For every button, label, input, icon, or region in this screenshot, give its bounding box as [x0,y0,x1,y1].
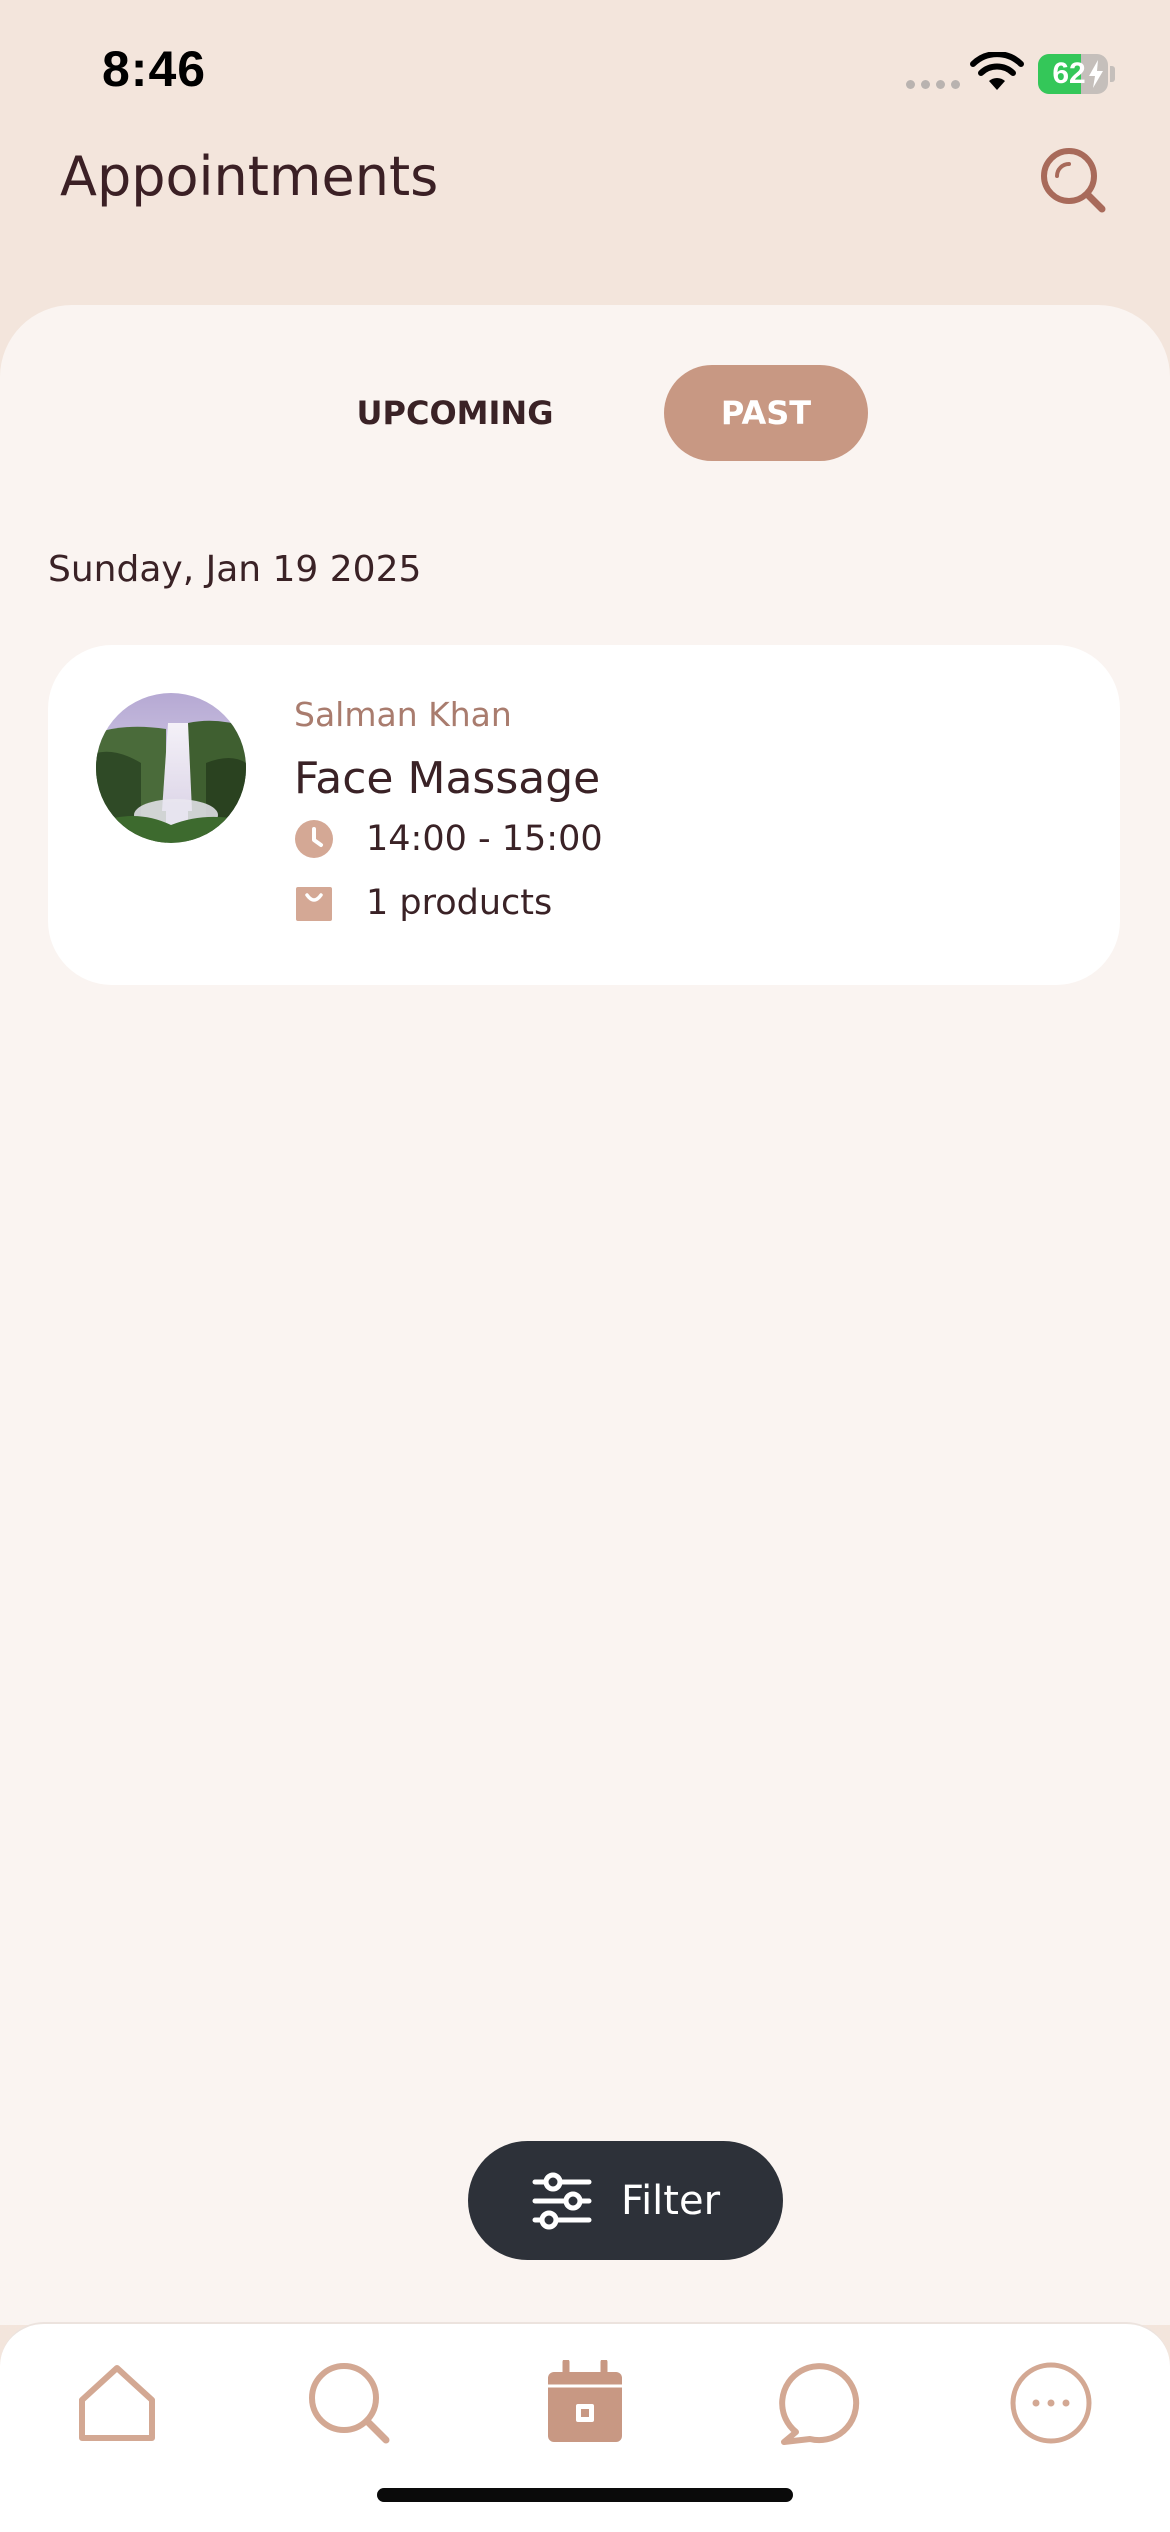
cellular-signal-icon [906,80,960,89]
tab-upcoming[interactable]: UPCOMING [330,365,580,461]
date-heading: Sunday, Jan 19 2025 [48,549,422,590]
chat-icon [779,2363,860,2445]
appointment-time: 14:00 - 15:00 [366,819,603,859]
home-indicator [377,2488,793,2502]
status-bar: 8:46 62 [0,0,1170,150]
clock-icon [295,820,333,858]
appointment-card[interactable]: Salman Khan Face Massage 14:00 - 15:00 1… [48,645,1120,985]
home-icon [79,2365,155,2441]
charging-bolt-icon [1089,60,1103,88]
appointment-time-row: 14:00 - 15:00 [294,819,603,859]
content-sheet: UPCOMING PAST Sunday, Jan 19 2025 Salman… [0,305,1170,2325]
appointment-tabs: UPCOMING PAST [0,365,1170,461]
nav-more[interactable] [1008,2360,1094,2446]
calendar-icon [548,2358,622,2442]
service-name: Face Massage [294,753,601,804]
header-search-button[interactable] [1038,145,1108,215]
shopping-bag-icon [296,887,332,921]
search-icon [1041,148,1106,213]
battery-nub [1110,66,1115,82]
nav-home[interactable] [74,2360,160,2446]
filter-button[interactable]: Filter [468,2141,783,2260]
waterfall-photo-icon [96,693,246,843]
appointment-products: 1 products [366,883,553,923]
provider-avatar [96,693,246,843]
provider-name: Salman Khan [294,695,512,734]
wifi-icon [970,52,1024,90]
search-icon [309,2363,390,2444]
nav-search[interactable] [306,2360,392,2446]
appointment-products-row: 1 products [294,883,552,923]
filter-label: Filter [620,2177,721,2224]
page-title: Appointments [60,145,439,208]
sliders-icon [532,2172,592,2229]
more-icon [1010,2362,1092,2444]
battery-icon: 62 [1038,54,1108,94]
tab-past[interactable]: PAST [664,365,868,461]
nav-chat[interactable] [776,2360,862,2446]
nav-calendar[interactable] [542,2358,628,2446]
status-time: 8:46 [102,41,207,97]
